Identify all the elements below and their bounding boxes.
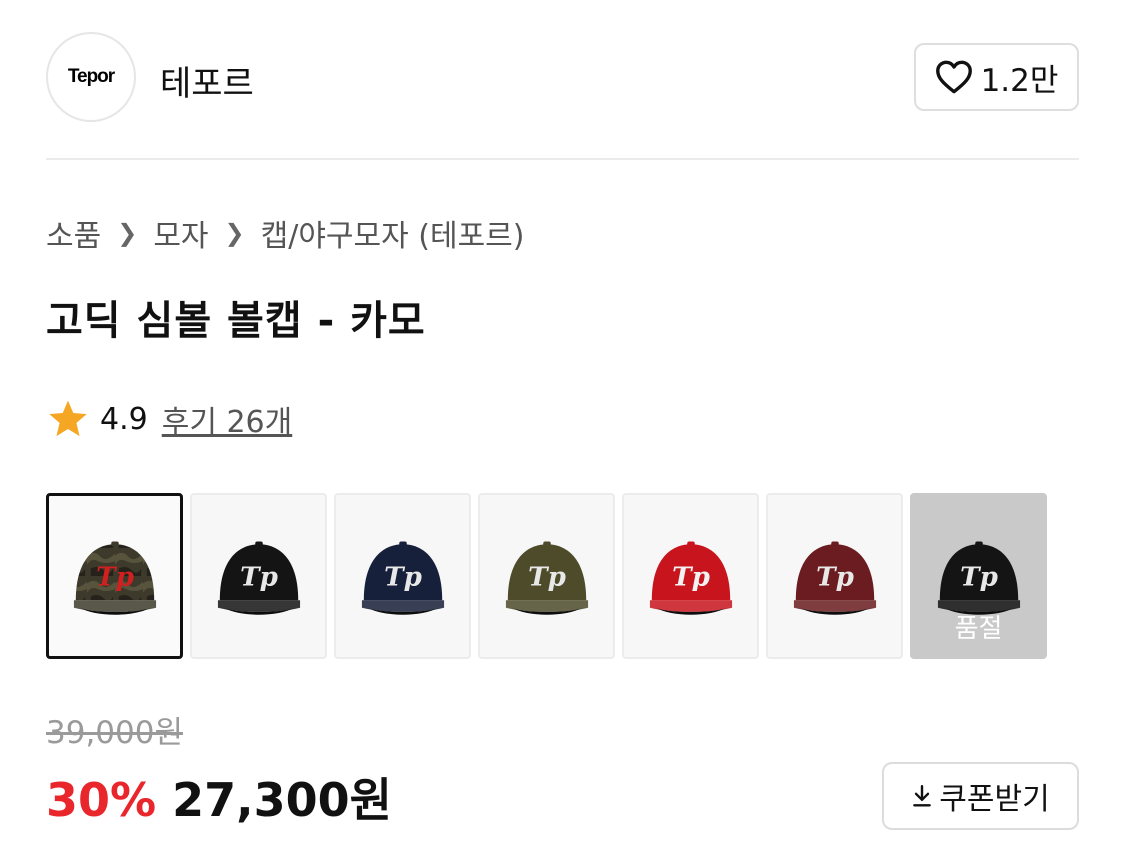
star-icon bbox=[49, 400, 87, 437]
sold-out-label: 품절 bbox=[954, 614, 1003, 644]
svg-text:Tp: Tp bbox=[96, 561, 134, 592]
discount-rate: 30% bbox=[46, 773, 157, 827]
coupon-download-button[interactable]: 쿠폰받기 bbox=[882, 762, 1079, 830]
color-variant-thumb[interactable]: Tp bbox=[478, 493, 615, 659]
svg-text:Tp: Tp bbox=[240, 561, 278, 592]
cap-image: Tp bbox=[649, 541, 732, 615]
price-row: 30% 27,300원 bbox=[46, 764, 392, 830]
color-variant-thumb[interactable]: Tp bbox=[46, 493, 183, 659]
svg-text:Tp: Tp bbox=[528, 561, 566, 592]
color-variant-thumb[interactable]: Tp bbox=[190, 493, 327, 659]
original-price: 39,000원 bbox=[46, 715, 183, 751]
cap-image: Tp bbox=[361, 541, 444, 615]
svg-text:Tp: Tp bbox=[816, 561, 854, 592]
product-title: 고딕 심볼 볼캡 - 카모 bbox=[46, 298, 426, 344]
color-variant-thumb[interactable]: Tp bbox=[622, 493, 759, 659]
cap-image: Tp bbox=[73, 541, 156, 615]
breadcrumb-item[interactable]: 소품 bbox=[46, 211, 101, 255]
download-icon bbox=[913, 784, 932, 807]
cap-image: Tp bbox=[217, 541, 300, 615]
color-variant-thumb[interactable]: Tp 품절 bbox=[910, 493, 1047, 659]
coupon-label: 쿠폰받기 bbox=[939, 782, 1050, 817]
chevron-right-icon: ❯ bbox=[224, 219, 245, 247]
color-variant-thumb[interactable]: Tp bbox=[334, 493, 471, 659]
brand-name[interactable]: 테포르 bbox=[160, 56, 254, 105]
heart-icon bbox=[935, 60, 972, 94]
cap-image: Tp bbox=[793, 541, 876, 615]
sale-price: 27,300원 bbox=[172, 773, 392, 827]
chevron-right-icon: ❯ bbox=[117, 219, 138, 247]
brand-logo-text: Tepor bbox=[67, 66, 115, 87]
color-variant-thumb[interactable]: Tp bbox=[766, 493, 903, 659]
like-button[interactable]: 1.2만 bbox=[914, 43, 1079, 111]
divider bbox=[46, 158, 1079, 160]
svg-text:Tp: Tp bbox=[672, 561, 710, 592]
like-count: 1.2만 bbox=[980, 62, 1059, 99]
svg-text:Tp: Tp bbox=[960, 561, 998, 592]
svg-text:Tp: Tp bbox=[384, 561, 422, 592]
reviews-link[interactable]: 후기 26개 bbox=[162, 397, 293, 441]
brand-logo[interactable]: Tepor bbox=[46, 32, 136, 122]
cap-image: Tp bbox=[505, 541, 588, 615]
breadcrumb-item[interactable]: 캡/야구모자 (테포르) bbox=[261, 211, 525, 255]
breadcrumb: 소품 ❯ 모자 ❯ 캡/야구모자 (테포르) bbox=[46, 211, 524, 255]
brand-header: Tepor 테포르 1.2만 bbox=[46, 32, 1079, 124]
color-variant-list: Tp Tp Tp Tp Tp Tp Tp 품절 bbox=[46, 493, 1047, 659]
rating-score: 4.9 bbox=[100, 401, 148, 437]
rating-summary: 4.9 후기 26개 bbox=[46, 397, 292, 441]
breadcrumb-item[interactable]: 모자 bbox=[153, 211, 208, 255]
